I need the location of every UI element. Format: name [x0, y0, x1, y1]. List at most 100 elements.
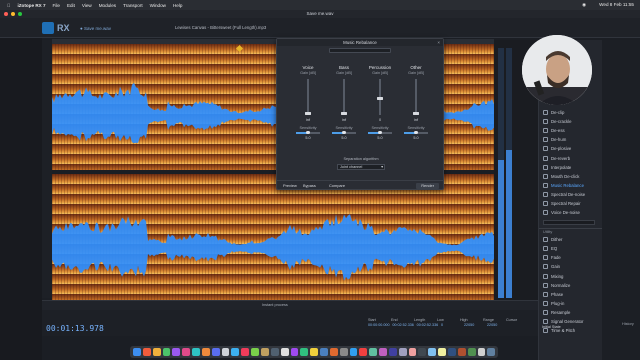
sensitivity-value[interactable]: 5.0: [330, 136, 358, 140]
file-tab[interactable]: Lewises Canvas - Bittersweet (Full Lengt…: [175, 25, 266, 30]
bypass-button[interactable]: Bypass: [301, 183, 318, 189]
dock-app-icon[interactable]: [192, 348, 200, 356]
menu-app-name[interactable]: iZotope RX 7: [17, 3, 45, 8]
dock-app-icon[interactable]: [221, 348, 230, 356]
menu-edit[interactable]: Edit: [67, 3, 75, 8]
slider-thumb[interactable]: [306, 130, 310, 135]
close-window-button[interactable]: [4, 12, 8, 16]
utility-module-item[interactable]: Phase: [539, 290, 602, 299]
module-item[interactable]: Spectral Repair: [539, 199, 602, 208]
dock-app-icon[interactable]: [448, 348, 456, 356]
fader-handle[interactable]: [412, 112, 420, 115]
gain-fader[interactable]: [304, 79, 312, 115]
module-item[interactable]: Spectral De-noise: [539, 190, 602, 199]
dock-app-icon[interactable]: [339, 348, 348, 356]
module-item[interactable]: De-ess: [539, 126, 602, 135]
dock-app-icon[interactable]: [300, 348, 309, 356]
menu-modules[interactable]: Modules: [99, 3, 116, 8]
dock-app-icon[interactable]: [270, 348, 279, 356]
instant-process-label[interactable]: Instant process: [262, 303, 288, 307]
separation-dropdown[interactable]: Joint channel ▾: [337, 164, 385, 170]
sensitivity-slider[interactable]: [332, 130, 356, 135]
module-item[interactable]: De-reverb: [539, 153, 602, 162]
module-item[interactable]: Interpolate: [539, 163, 602, 172]
preview-button[interactable]: Preview: [281, 183, 299, 189]
dock-app-icon[interactable]: [359, 348, 368, 356]
gain-value[interactable]: inf: [402, 118, 430, 122]
render-button[interactable]: Render: [416, 182, 439, 189]
dock-app-icon[interactable]: [388, 348, 397, 356]
dock-app-icon[interactable]: [211, 348, 220, 356]
menu-file[interactable]: File: [53, 3, 60, 8]
dock-app-icon[interactable]: [152, 348, 161, 356]
dock-app-icon[interactable]: [260, 348, 269, 356]
menu-window[interactable]: Window: [150, 3, 166, 8]
menu-transport[interactable]: Transport: [123, 3, 143, 8]
dock-app-icon[interactable]: [438, 348, 446, 356]
dock-app-icon[interactable]: [329, 348, 338, 356]
fader-handle[interactable]: [376, 97, 384, 101]
sensitivity-value[interactable]: 5.0: [402, 136, 430, 140]
gain-value[interactable]: inf: [294, 118, 322, 122]
slider-thumb[interactable]: [342, 130, 346, 135]
dock-app-icon[interactable]: [251, 348, 259, 356]
dock-app-icon[interactable]: [408, 348, 417, 356]
dock-app-icon[interactable]: [398, 348, 407, 356]
dock-app-icon[interactable]: [201, 348, 210, 356]
dock-app-icon[interactable]: [133, 348, 141, 356]
wifi-icon[interactable]: ◉: [582, 2, 586, 8]
history-initial-state[interactable]: Initial State: [542, 325, 561, 329]
gain-value[interactable]: inf: [330, 118, 358, 122]
menu-help[interactable]: Help: [173, 3, 182, 8]
dock-app-icon[interactable]: [290, 348, 299, 356]
dock-app-icon[interactable]: [457, 348, 466, 356]
dock-app-icon[interactable]: [162, 348, 171, 356]
module-item[interactable]: Music Rebalance: [539, 181, 602, 190]
menu-view[interactable]: View: [82, 3, 92, 8]
dock-app-icon[interactable]: [231, 348, 240, 356]
module-item[interactable]: Mouth De-click: [539, 172, 602, 181]
slider-thumb[interactable]: [414, 130, 418, 135]
close-icon[interactable]: ×: [437, 40, 440, 45]
sensitivity-value[interactable]: 5.0: [294, 136, 322, 140]
module-filter-input[interactable]: [543, 220, 595, 226]
dock-app-icon[interactable]: [241, 348, 250, 356]
utility-module-item[interactable]: Gain: [539, 262, 602, 271]
dock-app-icon[interactable]: [487, 348, 496, 356]
utility-module-item[interactable]: Plug-in: [539, 299, 602, 308]
dock-app-icon[interactable]: [369, 348, 378, 356]
utility-module-item[interactable]: Fade: [539, 253, 602, 262]
save-file-button[interactable]: ● Save me.wav: [80, 26, 111, 31]
slider-thumb[interactable]: [378, 130, 382, 135]
dock-app-icon[interactable]: [379, 348, 387, 356]
fader-handle[interactable]: [304, 112, 312, 115]
module-item[interactable]: De-plosive: [539, 144, 602, 153]
utility-module-item[interactable]: Mixing: [539, 272, 602, 281]
module-item[interactable]: De-hum: [539, 135, 602, 144]
dock-app-icon[interactable]: [418, 348, 427, 356]
dock-app-icon[interactable]: [349, 348, 358, 356]
dock-app-icon[interactable]: [310, 348, 319, 356]
apple-icon[interactable]: : [7, 3, 10, 8]
gain-fader[interactable]: [340, 79, 348, 115]
utility-module-item[interactable]: Resample: [539, 308, 602, 317]
utility-module-item[interactable]: EQ: [539, 244, 602, 253]
module-item[interactable]: Voice De-noise: [539, 208, 602, 217]
utility-module-item[interactable]: Dither: [539, 235, 602, 244]
dock-app-icon[interactable]: [280, 348, 289, 356]
dock-app-icon[interactable]: [467, 348, 476, 356]
sensitivity-value[interactable]: 5.0: [366, 136, 394, 140]
sensitivity-slider[interactable]: [296, 130, 320, 135]
gain-fader[interactable]: [376, 79, 384, 115]
dock-app-icon[interactable]: [320, 348, 328, 356]
fader-handle[interactable]: [340, 112, 348, 115]
utility-module-item[interactable]: Normalize: [539, 281, 602, 290]
dock-app-icon[interactable]: [477, 348, 486, 356]
minimize-window-button[interactable]: [11, 12, 15, 16]
compare-button[interactable]: Compare: [327, 183, 347, 189]
menu-clock[interactable]: Wed 8 Feb 11:55: [599, 2, 634, 8]
module-item[interactable]: De-crackle: [539, 117, 602, 126]
zoom-window-button[interactable]: [18, 12, 22, 16]
dock-app-icon[interactable]: [182, 348, 191, 356]
gain-value[interactable]: 0: [366, 118, 394, 122]
